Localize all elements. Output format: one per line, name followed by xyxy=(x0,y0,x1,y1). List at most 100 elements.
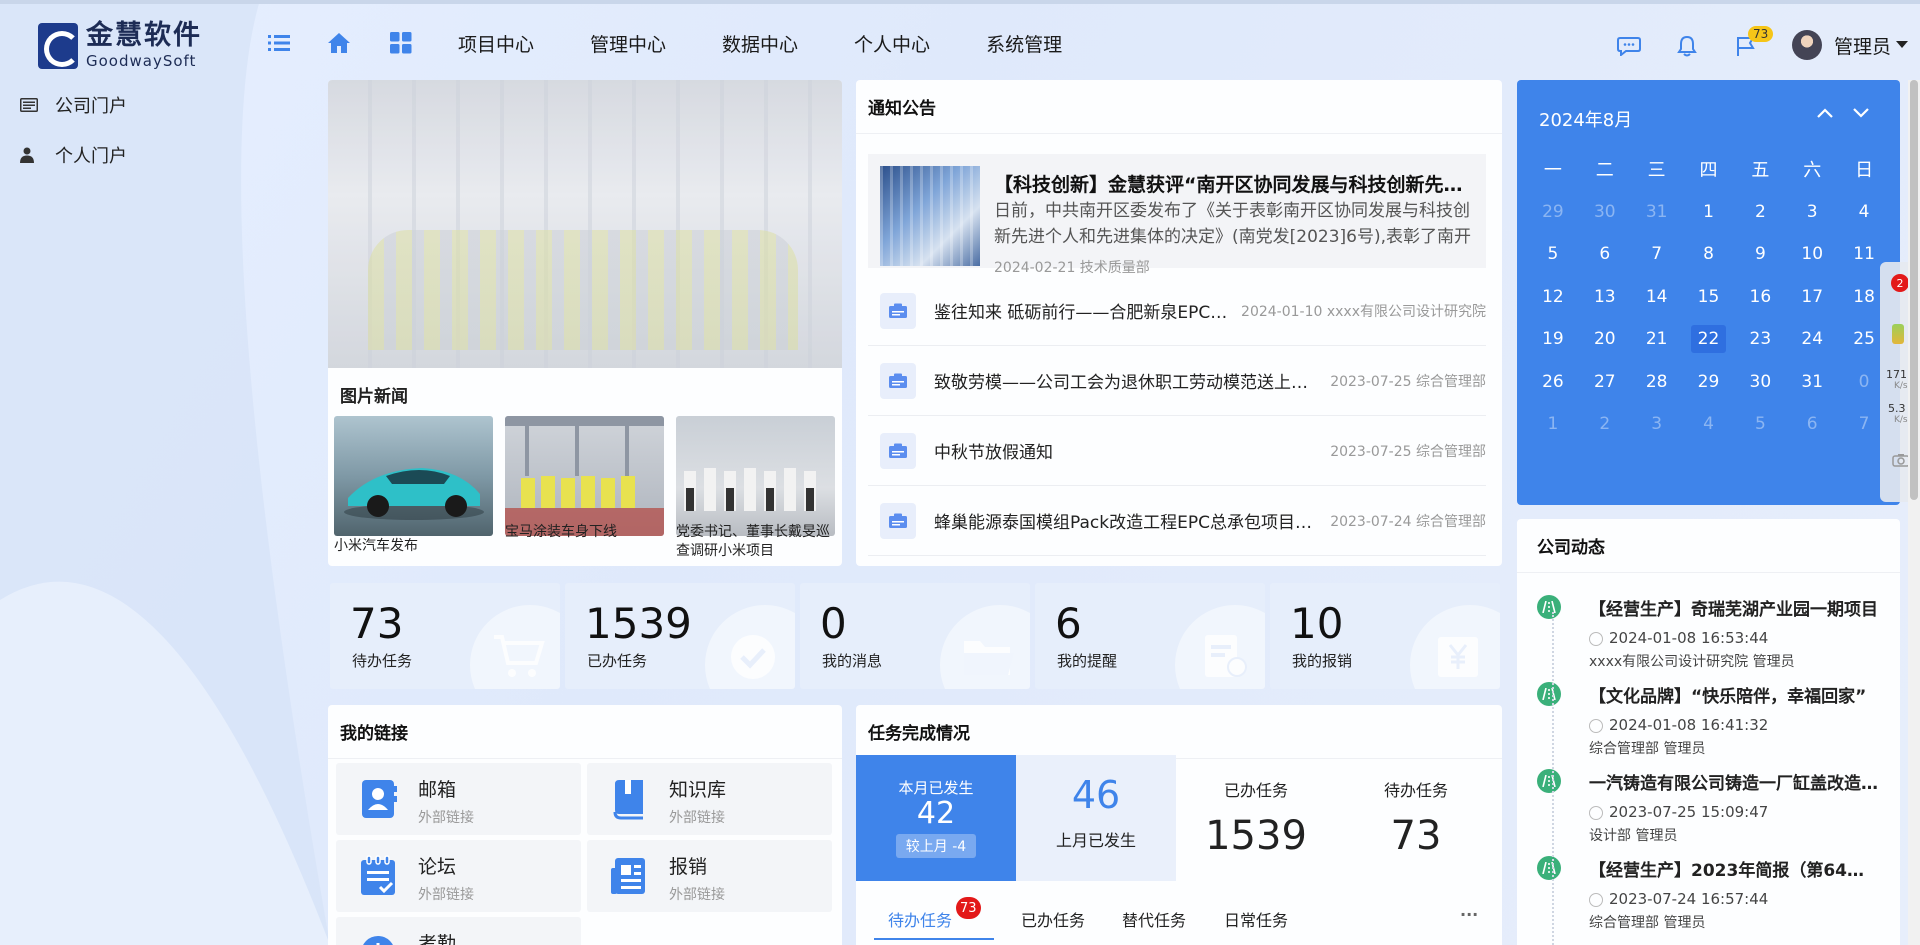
apps-grid-icon[interactable] xyxy=(388,30,414,56)
calendar-day-number: 26 xyxy=(1542,371,1564,392)
calendar-day[interactable]: 3 xyxy=(1631,403,1683,446)
user-menu-caret-icon[interactable] xyxy=(1896,41,1908,48)
link-forum[interactable]: 论坛 外部链接 xyxy=(336,840,581,912)
notice-row[interactable]: 中秋节放假通知 2023-07-25 综合管理部 xyxy=(868,416,1486,486)
calendar-day[interactable]: 4 xyxy=(1683,403,1735,446)
news-road-icon xyxy=(1537,682,1561,706)
thumb-caption: 党委书记、董事长戴旻巡查调研小米项目 xyxy=(676,524,830,559)
calendar-day[interactable]: 1 xyxy=(1527,403,1579,446)
sidebar-item-company-portal[interactable]: 公司门户 xyxy=(0,80,320,130)
calendar-day[interactable]: 30 xyxy=(1579,191,1631,234)
calendar-day[interactable]: 24 xyxy=(1786,318,1838,361)
calendar-day[interactable]: 15 xyxy=(1683,276,1735,319)
company-logo[interactable]: 金慧软件 GoodwaySoft xyxy=(38,22,202,69)
calendar-day[interactable]: 26 xyxy=(1527,361,1579,404)
menu-list-icon[interactable] xyxy=(266,30,292,56)
timeline-title: 【经营生产】2023年简报（第64期） xyxy=(1589,861,1879,881)
calendar-day[interactable]: 9 xyxy=(1734,233,1786,276)
tab-substitute-tasks[interactable]: 替代任务 xyxy=(1122,907,1186,931)
flag-count-badge: 73 xyxy=(1748,26,1774,42)
calendar-day[interactable]: 8 xyxy=(1683,233,1735,276)
calendar-day[interactable]: 2 xyxy=(1579,403,1631,446)
notification-bell-icon[interactable] xyxy=(1674,33,1700,59)
news-thumb-car[interactable] xyxy=(334,416,493,536)
calendar-day-number: 21 xyxy=(1645,329,1668,350)
calendar-day[interactable]: 5 xyxy=(1734,403,1786,446)
nav-management-center[interactable]: 管理中心 xyxy=(590,30,666,57)
link-reimbursement[interactable]: 报销 外部链接 xyxy=(587,840,832,912)
calendar-next-month-icon[interactable] xyxy=(1852,104,1870,123)
picture-news-title: 图片新闻 xyxy=(340,387,408,407)
page-scrollbar[interactable] xyxy=(1908,80,1920,945)
calendar-day[interactable]: 14 xyxy=(1631,276,1683,319)
more-tabs-button[interactable]: ··· xyxy=(1460,905,1478,924)
calendar-day[interactable]: 2 xyxy=(1734,191,1786,234)
calendar-day[interactable]: 3 xyxy=(1786,191,1838,234)
calendar-day-number: 31 xyxy=(1645,201,1668,222)
calendar-day[interactable]: 5 xyxy=(1527,233,1579,276)
stat-my-messages[interactable]: 0 我的消息 xyxy=(800,583,1030,689)
calendar-day-today[interactable]: 22 xyxy=(1683,318,1735,361)
calendar-day[interactable]: 20 xyxy=(1579,318,1631,361)
home-icon[interactable] xyxy=(326,30,352,56)
calendar-day[interactable]: 29 xyxy=(1527,191,1579,234)
calendar-day[interactable]: 13 xyxy=(1579,276,1631,319)
stat-my-reimbursements[interactable]: 10 我的报销 xyxy=(1270,583,1500,689)
featured-notice-summary: 日前，中共南开区委发布了《关于表彰南开区协同发展与科技创新先进个人和先进集体的决… xyxy=(994,201,1472,247)
calendar-day-number: 15 xyxy=(1697,286,1720,307)
stat-done-tasks[interactable]: 1539 已办任务 xyxy=(565,583,795,689)
timeline-time: 2024-01-08 16:41:32 xyxy=(1589,716,1768,734)
tab-todo-tasks[interactable]: 待办任务 xyxy=(888,907,952,931)
chat-icon[interactable] xyxy=(1616,33,1642,59)
username-label[interactable]: 管理员 xyxy=(1834,32,1891,59)
calendar-day[interactable]: 29 xyxy=(1683,361,1735,404)
calendar-day[interactable]: 21 xyxy=(1631,318,1683,361)
calendar-prev-month-icon[interactable] xyxy=(1816,104,1834,123)
nav-data-center[interactable]: 数据中心 xyxy=(722,30,798,57)
calendar-day[interactable]: 16 xyxy=(1734,276,1786,319)
stat-my-reminders[interactable]: 6 我的提醒 xyxy=(1035,583,1265,689)
nav-system-management[interactable]: 系统管理 xyxy=(986,30,1062,57)
calendar-day[interactable]: 7 xyxy=(1631,233,1683,276)
tab-daily-tasks[interactable]: 日常任务 xyxy=(1224,907,1288,931)
user-avatar[interactable] xyxy=(1792,30,1822,60)
featured-notice-image xyxy=(880,166,980,266)
link-knowledge-base[interactable]: 知识库 外部链接 xyxy=(587,763,832,835)
thumb-caption: 宝马涂装车身下线 xyxy=(505,524,617,540)
calendar-day[interactable]: 31 xyxy=(1786,361,1838,404)
sidebar-item-personal-portal[interactable]: 个人门户 xyxy=(0,130,320,180)
nav-personal-center[interactable]: 个人中心 xyxy=(854,30,930,57)
link-mailbox[interactable]: 邮箱 外部链接 xyxy=(336,763,581,835)
book-icon xyxy=(607,777,651,821)
news-thumb-paint-line[interactable] xyxy=(505,416,664,536)
news-thumb-inspection[interactable] xyxy=(676,416,835,536)
calendar-day[interactable]: 6 xyxy=(1579,233,1631,276)
nav-project-center[interactable]: 项目中心 xyxy=(458,30,534,57)
notice-row[interactable]: 致敬劳模——公司工会为退休职工劳动模范送上慰问 2023-07-25 综合管理部 xyxy=(868,346,1486,416)
calendar-day[interactable]: 4 xyxy=(1838,191,1890,234)
hero-news-image[interactable] xyxy=(328,80,842,368)
calendar-day[interactable]: 1 xyxy=(1683,191,1735,234)
calendar-day[interactable]: 17 xyxy=(1786,276,1838,319)
calendar-day[interactable]: 27 xyxy=(1579,361,1631,404)
stat-todo-tasks[interactable]: 73 待办任务 xyxy=(330,583,560,689)
calendar-day[interactable]: 23 xyxy=(1734,318,1786,361)
link-attendance[interactable]: 考勤 xyxy=(336,917,581,945)
calendar-day[interactable]: 6 xyxy=(1786,403,1838,446)
featured-notice[interactable]: 【科技创新】金慧获评“南开区协同发展与科技创新先进个人和先进集体” 日前，中共南… xyxy=(868,154,1486,276)
notice-row[interactable]: 鉴往知来 砥砺前行——合肥新泉EPC总承包项目 2024-01-10 xxxx有… xyxy=(868,276,1486,346)
user-icon xyxy=(20,147,40,163)
calendar-day[interactable]: 12 xyxy=(1527,276,1579,319)
calendar-day[interactable]: 30 xyxy=(1734,361,1786,404)
calendar-day[interactable]: 10 xyxy=(1786,233,1838,276)
calendar-day-number: 25 xyxy=(1853,329,1875,350)
calendar-day[interactable]: 19 xyxy=(1527,318,1579,361)
featured-notice-headline[interactable]: 【科技创新】金慧获评“南开区协同发展与科技创新先进个人和先进集体” xyxy=(994,170,1474,197)
calendar-day[interactable]: 28 xyxy=(1631,361,1683,404)
notice-row[interactable]: 蜂巢能源泰国模组Pack改造工程EPC总承包项目启动 2023-07-24 综合… xyxy=(868,486,1486,556)
scrollbar-thumb[interactable] xyxy=(1910,80,1918,500)
tab-done-tasks[interactable]: 已办任务 xyxy=(1021,907,1085,931)
stat-label: 我的提醒 xyxy=(1057,652,1118,670)
calendar-day[interactable]: 31 xyxy=(1631,191,1683,234)
stat-label: 我的消息 xyxy=(822,652,883,670)
